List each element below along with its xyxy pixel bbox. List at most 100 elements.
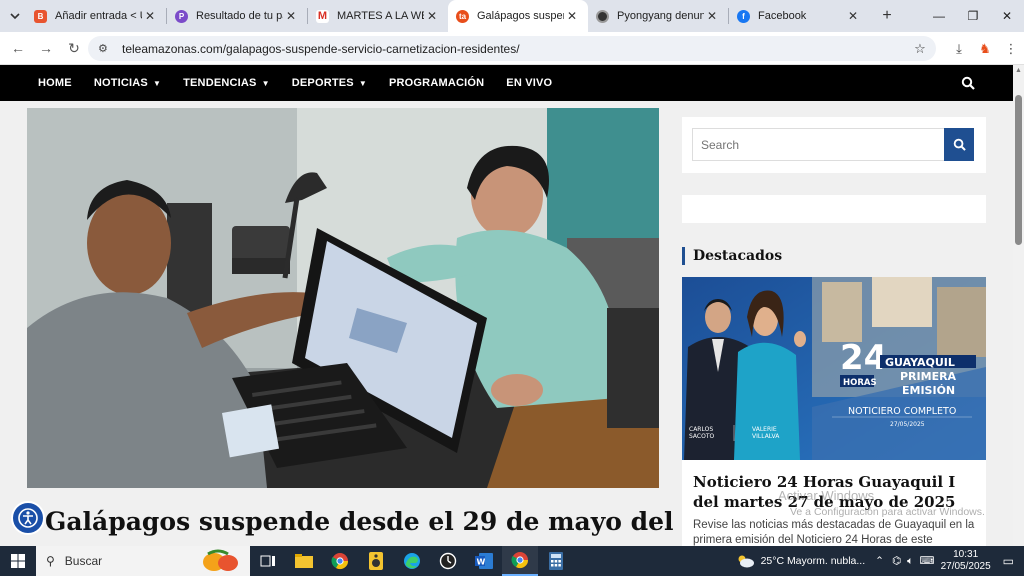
audio-app-icon[interactable] bbox=[358, 546, 394, 576]
anchor1-first: CARLOS bbox=[689, 426, 713, 433]
sidebar-search-input[interactable] bbox=[692, 128, 945, 161]
chrome-active-icon[interactable] bbox=[502, 546, 538, 576]
teleamazonas-icon: ta bbox=[456, 9, 469, 23]
nav-home[interactable]: HOME bbox=[38, 77, 72, 89]
download-icon[interactable]: ⤓ bbox=[946, 41, 972, 57]
tab-label: Resultado de tu para bbox=[196, 10, 283, 22]
site-info-icon[interactable]: ⚙ bbox=[98, 42, 114, 55]
dark-circle-icon bbox=[596, 9, 609, 23]
edition-line2: EMISIÓN bbox=[902, 384, 955, 397]
notifications-icon[interactable]: ▭ bbox=[1003, 554, 1014, 568]
menu-kebab-icon[interactable]: ⋮ bbox=[998, 41, 1024, 57]
forward-arrow-icon[interactable]: → bbox=[32, 34, 60, 62]
taskbar-search-box[interactable]: ⚲ Buscar bbox=[36, 546, 250, 576]
url-text: teleamazonas.com/galapagos-suspende-serv… bbox=[122, 41, 520, 56]
featured-news-excerpt: Revise las noticias más destacadas de Gu… bbox=[693, 519, 975, 546]
logo-horas-text: HORAS bbox=[843, 378, 877, 388]
file-explorer-icon[interactable] bbox=[286, 546, 322, 576]
system-tray: 25°C Mayorm. nubla... ⌃ ⌬ 🔈︎ ⌨ 10:31 27/… bbox=[735, 546, 1024, 576]
toolbar-right: ⤓ ♞ ⋮ bbox=[946, 32, 1024, 65]
nav-programacion[interactable]: PROGRAMACIÓN bbox=[389, 77, 484, 89]
blogger-icon: B bbox=[34, 9, 47, 23]
back-arrow-icon[interactable]: ← bbox=[4, 34, 32, 62]
clock-app-icon[interactable] bbox=[430, 546, 466, 576]
nav-label: DEPORTES bbox=[291, 77, 354, 89]
clock-date: 27/05/2025 bbox=[940, 561, 991, 572]
close-icon[interactable]: ✕ bbox=[142, 9, 158, 23]
sidebar-search-button[interactable] bbox=[944, 128, 974, 161]
bookmark-star-icon[interactable]: ☆ bbox=[910, 41, 930, 57]
featured-news-image[interactable]: 24 HORAS GUAYAQUIL PRIMERA EMISIÓN NOTIC… bbox=[682, 277, 986, 460]
accessibility-button[interactable] bbox=[11, 501, 45, 535]
search-icon: ⚲ bbox=[46, 554, 55, 568]
windows-start-icon[interactable] bbox=[0, 546, 36, 576]
nav-label: HOME bbox=[38, 77, 72, 89]
extension-icon[interactable]: ♞ bbox=[972, 41, 998, 57]
new-tab-button[interactable]: + bbox=[875, 4, 899, 28]
search-icon[interactable] bbox=[961, 76, 975, 90]
facebook-icon: f bbox=[737, 9, 750, 23]
weather-widget[interactable]: 25°C Mayorm. nubla... bbox=[735, 554, 865, 568]
tab-label: MARTES A LA WEB 1 bbox=[337, 10, 424, 22]
nav-label: NOTICIAS bbox=[93, 77, 148, 89]
url-field[interactable]: ⚙ teleamazonas.com/galapagos-suspende-se… bbox=[88, 36, 936, 61]
calculator-icon[interactable] bbox=[538, 546, 574, 576]
language-icon[interactable]: ⌨ bbox=[919, 555, 934, 567]
close-icon[interactable]: ✕ bbox=[704, 9, 720, 23]
restore-icon[interactable]: ❐ bbox=[956, 0, 990, 32]
nav-en-vivo[interactable]: EN VIVO bbox=[506, 77, 552, 89]
browser-tab-4[interactable]: ta Galápagos suspende ✕ bbox=[448, 0, 588, 32]
tab-label: Galápagos suspende bbox=[477, 10, 564, 22]
nav-deportes[interactable]: DEPORTES ▼ bbox=[292, 77, 367, 89]
nav-tendencias[interactable]: TENDENCIAS ▼ bbox=[183, 77, 270, 89]
tab-search-chevron-icon[interactable] bbox=[4, 5, 26, 27]
browser-tab-strip: B Añadir entrada < Ule ✕ P Resultado de … bbox=[0, 0, 1024, 32]
task-view-icon[interactable] bbox=[250, 546, 286, 576]
purple-circle-icon: P bbox=[175, 9, 188, 23]
browser-tab-2[interactable]: P Resultado de tu para ✕ bbox=[167, 0, 307, 32]
image-date: 27/05/2025 bbox=[890, 421, 925, 428]
taskbar-clock[interactable]: 10:31 27/05/2025 bbox=[941, 549, 991, 573]
close-window-icon[interactable]: ✕ bbox=[990, 0, 1024, 32]
chrome-icon[interactable] bbox=[322, 546, 358, 576]
scroll-up-icon[interactable]: ▲ bbox=[1015, 67, 1022, 74]
windows-activation-watermark: Activar Windows bbox=[778, 488, 875, 503]
volume-icon[interactable]: 🔈︎ bbox=[907, 555, 913, 568]
featured-news-card: Noticiero 24 Horas Guayaquil I del marte… bbox=[682, 460, 986, 546]
nav-label: PROGRAMACIÓN bbox=[388, 77, 485, 89]
noticiero-label: NOTICIERO COMPLETO bbox=[848, 406, 956, 417]
browser-tab-5[interactable]: Pyongyang denuncia ✕ bbox=[588, 0, 728, 32]
word-icon[interactable]: W bbox=[466, 546, 502, 576]
nav-noticias[interactable]: NOTICIAS ▼ bbox=[94, 77, 161, 89]
address-bar: ← → ↻ ⚙ teleamazonas.com/galapagos-suspe… bbox=[0, 32, 1024, 65]
nav-label: EN VIVO bbox=[506, 77, 553, 89]
tab-label: Facebook bbox=[758, 10, 807, 22]
close-icon[interactable]: ✕ bbox=[845, 9, 861, 23]
tab-label: Pyongyang denuncia bbox=[617, 10, 704, 22]
scrollbar-thumb[interactable] bbox=[1015, 95, 1022, 245]
edge-icon[interactable] bbox=[394, 546, 430, 576]
windows-activation-subtext: Ve a Configuración para activar Windows. bbox=[790, 506, 985, 518]
edition-line1: PRIMERA bbox=[900, 370, 957, 383]
minimize-icon[interactable]: — bbox=[922, 0, 956, 32]
gmail-icon: M bbox=[316, 9, 329, 23]
search-highlight-icon bbox=[203, 549, 238, 571]
window-controls: — ❐ ✕ bbox=[922, 0, 1024, 32]
close-icon[interactable]: ✕ bbox=[424, 9, 440, 23]
close-icon[interactable]: ✕ bbox=[283, 9, 299, 23]
accessibility-icon bbox=[18, 508, 38, 528]
browser-tab-1[interactable]: B Añadir entrada < Ule ✕ bbox=[26, 0, 166, 32]
article-hero-image bbox=[27, 108, 659, 488]
browser-tab-3[interactable]: M MARTES A LA WEB 1 ✕ bbox=[308, 0, 448, 32]
section-title-destacados: Destacados bbox=[682, 247, 782, 265]
taskbar-search-label: Buscar bbox=[64, 554, 103, 568]
site-navigation: HOME NOTICIAS ▼ TENDENCIAS ▼ DEPORTES ▼ PRO… bbox=[0, 65, 1013, 101]
sidebar-empty-widget bbox=[682, 195, 986, 223]
browser-tab-6[interactable]: f Facebook ✕ bbox=[729, 0, 869, 32]
anchor2-last: VILLALVA bbox=[752, 433, 780, 440]
network-icon[interactable]: ⌬ bbox=[892, 555, 901, 567]
chevron-up-icon[interactable]: ⌃ bbox=[875, 555, 884, 567]
page-scrollbar[interactable]: ▲ bbox=[1013, 65, 1024, 546]
close-icon[interactable]: ✕ bbox=[564, 9, 580, 23]
reload-icon[interactable]: ↻ bbox=[60, 34, 88, 62]
